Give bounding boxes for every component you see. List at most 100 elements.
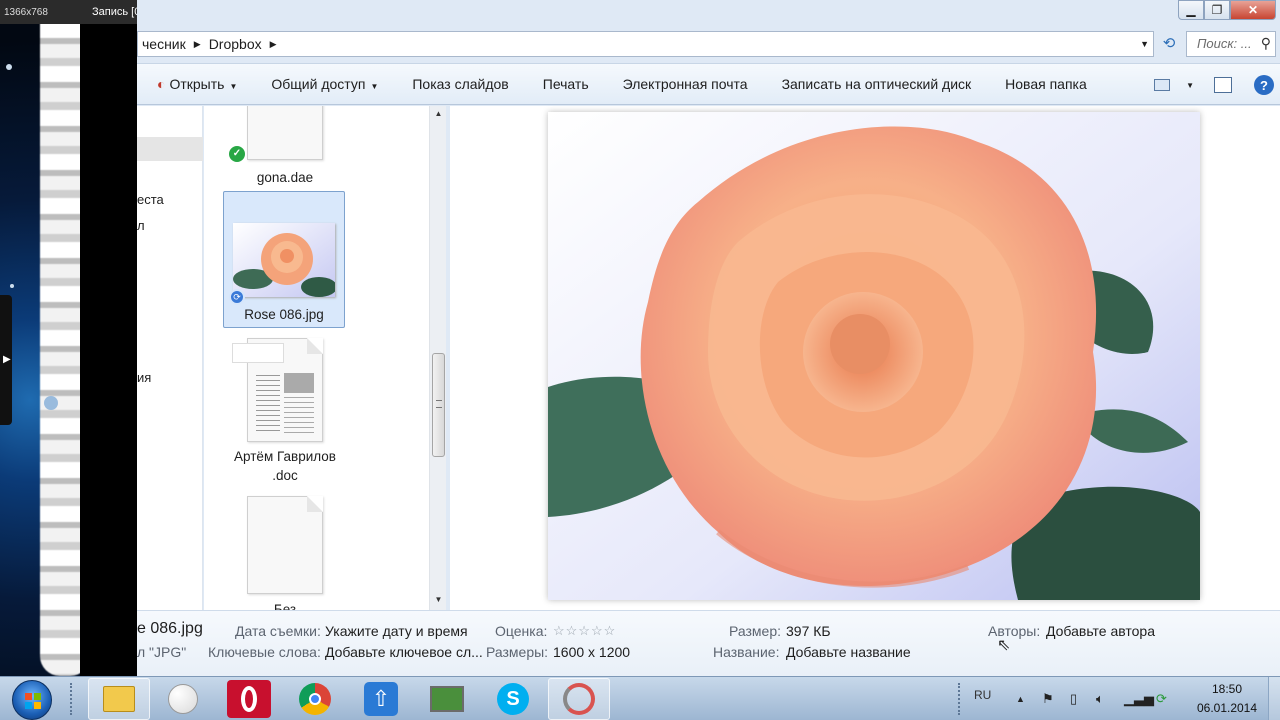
rose-thumbnail [233,223,335,297]
file-thumbnail [247,496,323,594]
nav-item-places[interactable]: еста [137,192,164,207]
file-item-gona[interactable]: ✓ gona.dae [224,106,346,186]
chrome-taskbar-button[interactable] [284,678,346,720]
show-desktop-button[interactable] [1268,677,1280,720]
nav-selected-item[interactable] [137,137,203,161]
desktop-planet [44,396,58,410]
new-folder-button[interactable]: Новая папка [988,76,1104,92]
date-taken-value[interactable]: Укажите дату и время [325,623,468,639]
file-item-untitled[interactable]: Без [224,496,346,610]
address-bar[interactable]: чеcник ▶ Dropbox ▶ ▼ [137,31,1154,57]
device-icon[interactable]: ▯ [1070,691,1077,707]
start-button[interactable] [12,680,52,720]
print-button[interactable]: Печать [526,76,606,92]
network-signal-icon[interactable]: ▁▃▅ [1124,691,1154,707]
file-thumbnail [232,338,323,442]
maximize-button[interactable]: ❐ [1204,0,1230,20]
doc-text-lines [284,397,314,435]
file-list-scrollbar[interactable]: ▲ ▼ [429,106,446,610]
nav-item-l[interactable]: л [137,218,145,233]
open-label: Открыть [169,76,225,92]
sync-status-icon[interactable]: ⟳ [1156,691,1167,707]
rating-stars[interactable]: ☆☆☆☆☆ [553,623,616,639]
change-view-icon[interactable] [1154,79,1171,91]
command-bar: ◐ Открыть ▼ Общий доступ ▼ Показ слайдов Пе… [137,63,1280,105]
doc-overlay [232,343,284,363]
chevron-down-icon: ▼ [370,82,379,91]
size-value: 397 КБ [786,623,831,639]
taskbar-grip[interactable] [70,683,74,715]
explorer-window: ▁ ❐ ✕ чеcник ▶ Dropbox ▶ ▼ ⟲ Поиск: ... … [137,0,1280,676]
recorder-icon [563,683,595,715]
authors-value[interactable]: Добавьте автора [1046,623,1155,639]
window-controls: ▁ ❐ ✕ [1178,0,1276,20]
upload-arrow-icon: ⇧ [364,682,398,716]
desktop-background: ▶ [0,0,137,676]
keywords-value[interactable]: Добавьте ключевое сл... [325,644,483,660]
volume-icon[interactable]: 🔈︎ [1096,691,1104,707]
help-icon[interactable]: ? [1254,75,1274,95]
doc-image-block [284,373,314,393]
chevron-down-icon[interactable]: ▼ [1186,81,1194,90]
date-taken-label: Дата съемки: [235,623,321,639]
address-history-dropdown-icon[interactable]: ▼ [1140,39,1149,49]
file-item-doc[interactable]: Артём Гаврилов .doc [224,338,346,486]
language-indicator[interactable]: RU [974,688,991,702]
page-fold [307,338,323,354]
scroll-thumb[interactable] [432,353,445,457]
opera-icon [227,680,271,718]
tray-grip[interactable] [958,683,962,715]
minimize-button[interactable]: ▁ [1178,0,1204,20]
desktop-planet [6,64,12,70]
size-label: Размер: [729,623,782,639]
share-button[interactable]: Общий доступ ▼ [254,76,395,92]
close-button[interactable]: ✕ [1230,0,1276,20]
recorder-resolution: 1366x768 [4,6,48,18]
search-icon[interactable]: ⚲ [1261,35,1271,52]
flag-icon[interactable]: ⚑ [1042,691,1054,707]
file-item-rose[interactable]: ⟳ Rose 086.jpg [223,191,345,328]
file-name: Артём Гаврилов .doc [234,449,336,483]
email-button[interactable]: Электронная почта [606,76,765,92]
preview-pane-icon[interactable] [1214,77,1232,93]
upload-taskbar-button[interactable]: ⇧ [350,678,412,720]
monitor-taskbar-button[interactable] [416,678,478,720]
show-hidden-icons-icon[interactable]: ▲ [1016,694,1025,704]
scroll-down-icon[interactable]: ▼ [430,592,447,608]
paint-taskbar-button[interactable] [152,678,214,720]
skype-taskbar-button[interactable]: S [482,678,544,720]
dimensions-value: 1600 x 1200 [553,644,631,660]
slideshow-button[interactable]: Показ слайдов [395,76,525,92]
title-value[interactable]: Добавьте название [786,644,911,660]
skype-icon: S [497,683,529,715]
clock[interactable]: 18:50 06.01.2014 [1189,682,1265,715]
recorder-taskbar-button[interactable] [548,678,610,720]
scroll-up-icon[interactable]: ▲ [430,106,447,122]
burn-disc-button[interactable]: Записать на оптический диск [765,76,989,92]
desktop-dark-band [80,0,137,676]
taskbar: ⇧ S RU ▲ ⚑ ▯ 🔈︎ ▁▃▅ ⟳ 18:50 06.01.2014 [0,676,1280,720]
nav-item-ia[interactable]: ия [137,370,151,385]
breadcrumb-separator-icon[interactable]: ▶ [270,39,277,50]
preview-pane [450,106,1280,610]
file-name: Без [273,602,297,610]
clock-time: 18:50 [1211,682,1243,696]
refresh-icon[interactable]: ⟲ [1158,34,1180,54]
open-button[interactable]: ◐ Открыть ▼ [137,76,254,92]
open-with-icon: ◐ [157,76,166,92]
palette-icon [168,684,198,714]
breadcrumb-partial[interactable]: чеcник [142,36,186,52]
explorer-taskbar-button[interactable] [88,678,150,720]
details-filetype: л "JPG" [137,644,187,660]
breadcrumb-dropbox[interactable]: Dropbox [209,36,262,52]
syncing-icon: ⟳ [229,289,245,305]
details-filename: e 086.jpg [137,620,203,637]
opera-taskbar-button[interactable] [218,678,280,720]
chevron-down-icon: ▼ [229,82,238,91]
breadcrumb-separator-icon[interactable]: ▶ [194,39,201,50]
page-fold [307,496,323,512]
search-input[interactable]: Поиск: ... ⚲ [1186,31,1276,57]
file-thumbnail [247,106,323,160]
navigation-pane: еста л ия [137,106,203,610]
clock-date: 06.01.2014 [1196,701,1258,715]
